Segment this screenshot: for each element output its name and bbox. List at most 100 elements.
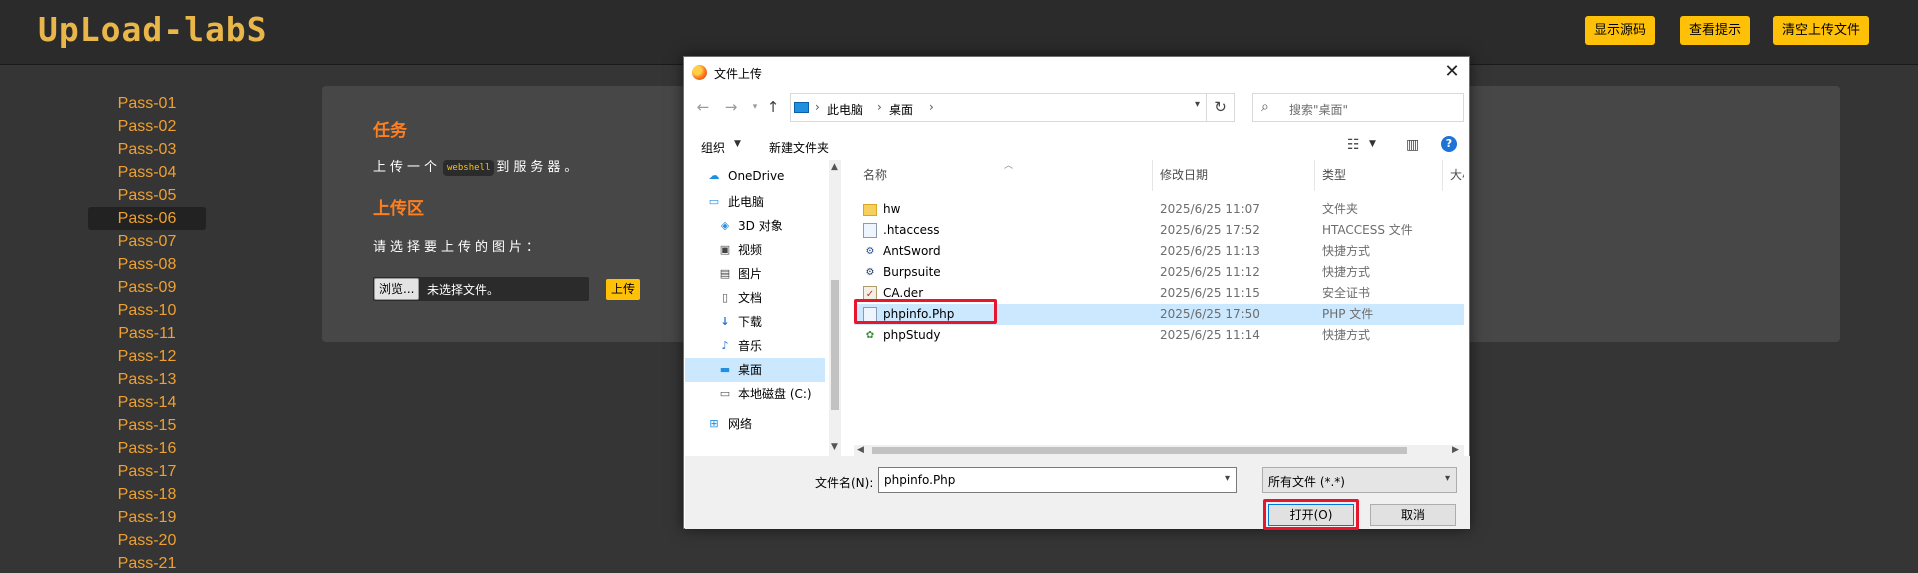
- desktop-icon: ▬: [719, 363, 731, 376]
- menu-item-pass-06[interactable]: Pass-06: [88, 207, 206, 230]
- nav-item-local-disk[interactable]: ▭ 本地磁盘 (C:): [685, 382, 825, 406]
- task-text-after: 到服务器。: [496, 160, 582, 175]
- column-divider[interactable]: [1314, 160, 1315, 191]
- sort-ascending-icon: ︿: [1004, 161, 1014, 171]
- search-input[interactable]: ⌕ 搜索"桌面": [1252, 93, 1464, 122]
- menu-item-pass-16[interactable]: Pass-16: [88, 437, 206, 460]
- column-size[interactable]: 大小: [1450, 160, 1464, 191]
- column-type[interactable]: 类型: [1322, 160, 1346, 191]
- menu-item-pass-21[interactable]: Pass-21: [88, 552, 206, 573]
- menu-item-pass-12[interactable]: Pass-12: [88, 345, 206, 368]
- chevron-down-icon[interactable]: ▼: [1369, 139, 1376, 149]
- menu-item-pass-11[interactable]: Pass-11: [88, 322, 206, 345]
- address-bar[interactable]: › 此电脑 › 桌面 › ▾: [790, 93, 1207, 122]
- menu-item-pass-04[interactable]: Pass-04: [88, 161, 206, 184]
- file-input[interactable]: 浏览... 未选择文件。: [373, 277, 589, 301]
- up-arrow-icon[interactable]: ↑: [762, 96, 784, 118]
- music-icon: ♪: [721, 339, 729, 352]
- chevron-right-icon[interactable]: ▶: [1452, 445, 1459, 455]
- chevron-up-icon[interactable]: ▲: [831, 162, 838, 172]
- chevron-left-icon[interactable]: ◀: [857, 445, 864, 455]
- video-icon: ▣: [719, 243, 731, 256]
- nav-item-music[interactable]: ♪ 音乐: [685, 334, 825, 358]
- file-type-value: 所有文件 (*.*): [1268, 475, 1345, 489]
- horizontal-scrollbar[interactable]: ◀ ▶: [854, 445, 1464, 456]
- chevron-right-icon: ›: [815, 100, 820, 114]
- column-divider[interactable]: [1442, 160, 1443, 191]
- scroll-thumb[interactable]: [831, 280, 839, 410]
- menu-item-pass-08[interactable]: Pass-08: [88, 253, 206, 276]
- filename-label: 文件名(N):: [815, 476, 874, 490]
- nav-scrollbar[interactable]: ▲ ▼: [829, 160, 841, 456]
- chevron-down-icon[interactable]: ▾: [1445, 473, 1450, 484]
- menu-item-pass-15[interactable]: Pass-15: [88, 414, 206, 437]
- webshell-code: webshell: [443, 159, 495, 176]
- menu-item-pass-07[interactable]: Pass-07: [88, 230, 206, 253]
- close-icon[interactable]: ✕: [1435, 57, 1469, 87]
- filename-input[interactable]: phpinfo.Php ▾: [878, 467, 1237, 493]
- menu-item-pass-03[interactable]: Pass-03: [88, 138, 206, 161]
- view-options-icon[interactable]: ☷: [1347, 137, 1360, 153]
- menu-item-pass-20[interactable]: Pass-20: [88, 529, 206, 552]
- nav-item-network[interactable]: ⊞ 网络: [685, 412, 825, 436]
- back-arrow-icon[interactable]: ←: [692, 96, 714, 118]
- chevron-down-icon: ▼: [734, 139, 741, 149]
- new-folder-button[interactable]: 新建文件夹: [769, 139, 829, 156]
- scroll-thumb[interactable]: [872, 447, 1407, 454]
- chevron-down-icon[interactable]: ▼: [831, 442, 838, 452]
- menu-item-pass-19[interactable]: Pass-19: [88, 506, 206, 529]
- file-row[interactable]: .htaccess 2025/6/25 17:52 HTACCESS 文件: [854, 220, 1464, 241]
- file-row[interactable]: ⚙ AntSword 2025/6/25 11:13 快捷方式: [854, 241, 1464, 262]
- nav-item-downloads[interactable]: ↓ 下载: [685, 310, 825, 334]
- shortcut-icon: ✿: [865, 330, 875, 341]
- view-hint-button[interactable]: 查看提示: [1680, 16, 1751, 45]
- breadcrumb-this-pc[interactable]: 此电脑: [827, 101, 863, 118]
- menu-item-pass-09[interactable]: Pass-09: [88, 276, 206, 299]
- menu-item-pass-05[interactable]: Pass-05: [88, 184, 206, 207]
- nav-item-onedrive[interactable]: ☁ OneDrive: [685, 164, 825, 188]
- menu-item-pass-01[interactable]: Pass-01: [88, 92, 206, 115]
- breadcrumb-desktop[interactable]: 桌面: [889, 101, 913, 118]
- chevron-down-icon[interactable]: ▾: [1225, 473, 1230, 484]
- file-icon: [863, 223, 877, 238]
- chevron-down-icon[interactable]: ▾: [1195, 99, 1200, 110]
- column-date[interactable]: 修改日期: [1160, 160, 1208, 191]
- menu-item-pass-10[interactable]: Pass-10: [88, 299, 206, 322]
- selected-file-highlight: [854, 299, 997, 324]
- document-icon: ▯: [721, 291, 729, 304]
- column-divider[interactable]: [1152, 160, 1153, 191]
- chevron-right-icon: ›: [877, 100, 882, 114]
- download-icon: ↓: [720, 315, 730, 328]
- pass-menu: Pass-01 Pass-02 Pass-03 Pass-04 Pass-05 …: [88, 92, 206, 573]
- file-row[interactable]: ⚙ Burpsuite 2025/6/25 11:12 快捷方式: [854, 262, 1464, 283]
- dialog-title-bar: 文件上传 ✕: [684, 57, 1469, 87]
- column-name[interactable]: 名称: [863, 160, 887, 191]
- file-row[interactable]: hw 2025/6/25 11:07 文件夹: [854, 199, 1464, 220]
- menu-item-pass-14[interactable]: Pass-14: [88, 391, 206, 414]
- refresh-icon[interactable]: ↻: [1207, 93, 1235, 122]
- nav-item-this-pc[interactable]: ▭ 此电脑: [685, 190, 825, 214]
- pc-icon: [794, 102, 809, 113]
- file-row[interactable]: ✿ phpStudy 2025/6/25 11:14 快捷方式: [854, 325, 1464, 346]
- menu-item-pass-13[interactable]: Pass-13: [88, 368, 206, 391]
- nav-item-3d-objects[interactable]: ◈ 3D 对象: [685, 214, 825, 238]
- organize-button[interactable]: 组织: [701, 139, 725, 156]
- cancel-button[interactable]: 取消: [1370, 504, 1456, 526]
- show-source-button[interactable]: 显示源码: [1585, 16, 1656, 45]
- menu-item-pass-02[interactable]: Pass-02: [88, 115, 206, 138]
- file-type-select[interactable]: 所有文件 (*.*) ▾: [1262, 467, 1457, 493]
- nav-item-documents[interactable]: ▯ 文档: [685, 286, 825, 310]
- help-icon[interactable]: ?: [1441, 136, 1457, 152]
- clear-uploads-button[interactable]: 清空上传文件: [1773, 16, 1870, 45]
- nav-item-videos[interactable]: ▣ 视频: [685, 238, 825, 262]
- browse-button[interactable]: 浏览...: [374, 278, 420, 300]
- menu-item-pass-17[interactable]: Pass-17: [88, 460, 206, 483]
- dialog-footer: 文件名(N): phpinfo.Php ▾ 所有文件 (*.*) ▾ 打开(O)…: [685, 456, 1470, 530]
- nav-item-desktop[interactable]: ▬ 桌面: [685, 358, 825, 382]
- upload-button[interactable]: 上传: [606, 279, 641, 300]
- menu-item-pass-18[interactable]: Pass-18: [88, 483, 206, 506]
- file-upload-dialog: 文件上传 ✕ ← → ▾ ↑ › 此电脑 › 桌面 › ▾ ↻ ⌕ 搜索"桌面"…: [683, 56, 1470, 530]
- forward-arrow-icon[interactable]: →: [720, 96, 742, 118]
- nav-item-pictures[interactable]: ▤ 图片: [685, 262, 825, 286]
- preview-pane-icon[interactable]: ▥: [1406, 137, 1419, 153]
